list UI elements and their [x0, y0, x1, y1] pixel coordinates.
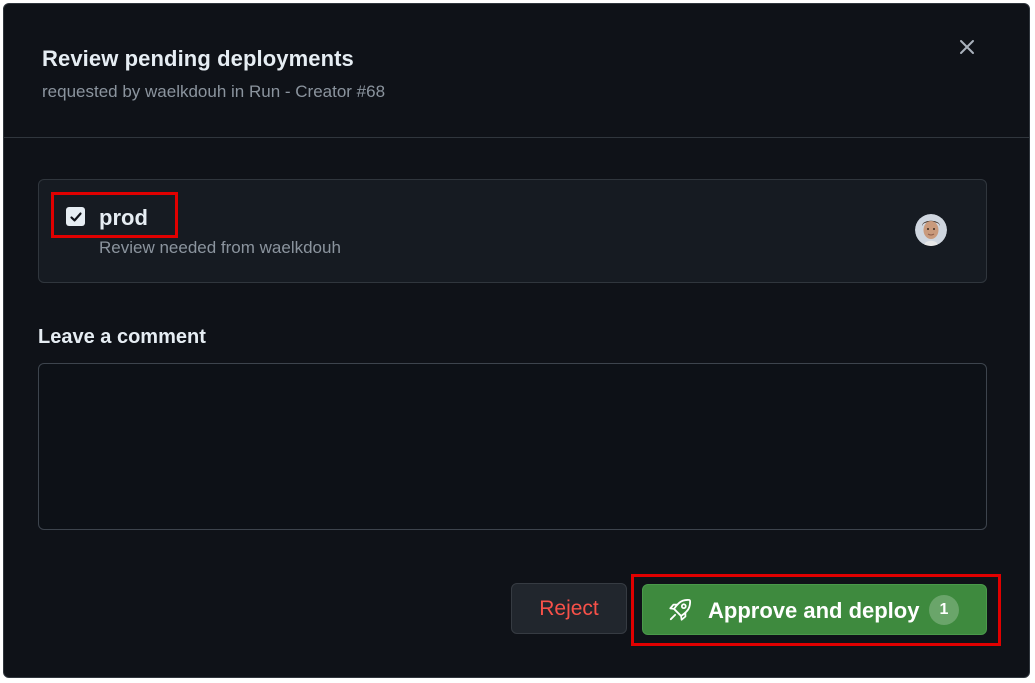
comment-label: Leave a comment [38, 326, 206, 348]
close-button[interactable] [950, 30, 984, 64]
environment-highlight-box [51, 192, 178, 238]
user-avatar-icon [915, 214, 947, 246]
reviewer-avatar [915, 214, 947, 246]
dialog-subtitle: requested by waelkdouh in Run - Creator … [42, 82, 386, 101]
approve-highlight-box [631, 574, 1001, 646]
environment-card [38, 179, 987, 283]
dialog-title: Review pending deployments [42, 46, 354, 71]
comment-textarea[interactable] [38, 363, 987, 530]
close-icon [960, 40, 974, 54]
environment-review-text: Review needed from waelkdouh [99, 238, 341, 257]
dialog-header: Review pending deployments requested by … [4, 4, 1029, 138]
reject-button-label: Reject [539, 596, 599, 620]
reject-button[interactable]: Reject [511, 583, 627, 634]
